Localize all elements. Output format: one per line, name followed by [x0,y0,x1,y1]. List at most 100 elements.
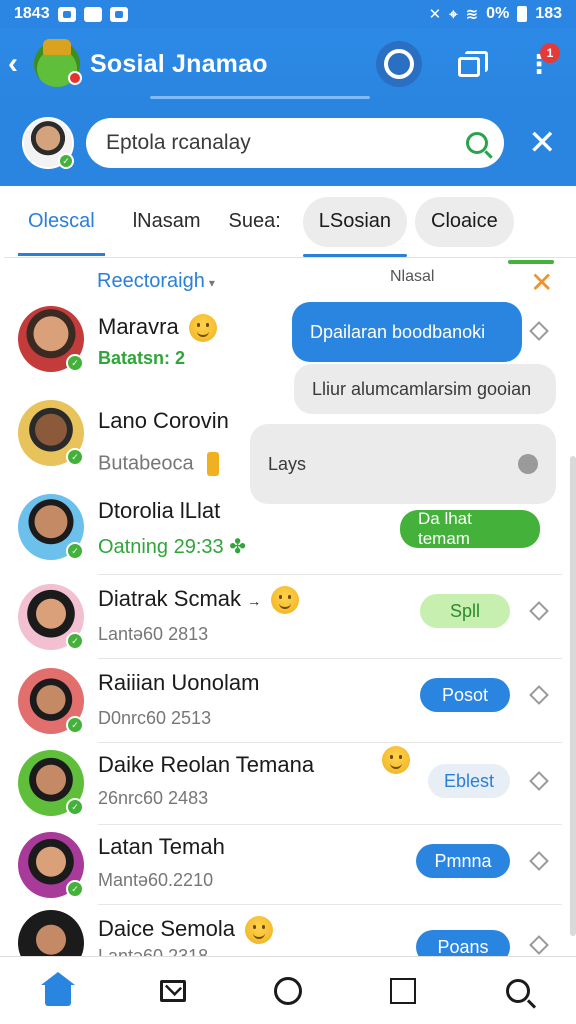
nav-circle[interactable] [263,966,313,1016]
notification-badge: 1 [540,43,560,63]
select-icon[interactable] [529,851,549,871]
contact-row[interactable]: ✓ Diatrak Scmak → Lantə60 2813 Spll [4,578,568,660]
contact-action-pill[interactable]: Eblest [428,764,510,798]
contact-name: Latan Temah [98,834,225,859]
mention-button[interactable] [376,41,422,87]
status-clock-right: 183 [535,5,562,22]
search-box[interactable] [86,118,504,168]
main-card: Olescal lNasam Suea: LSosian Cloaicе Ree… [4,186,576,956]
user-avatar[interactable]: ✓ [22,117,74,169]
logo-badge-icon [68,71,82,85]
mail-status-icon [109,6,128,22]
contact-action-pill[interactable]: Spll [420,594,510,628]
contact-subtitle: Mantə60.2210 [98,870,214,890]
online-status-icon: ✓ [58,153,74,169]
select-icon[interactable] [529,935,549,955]
contact-action-pill[interactable]: Poans [416,930,510,956]
mute-icon: ✕ [428,6,442,23]
avatar: ✓ [18,306,84,372]
tab-sosian[interactable]: LSosian [302,196,408,257]
message-bubble-blue[interactable]: Dpailaran boodbanoki [292,302,522,362]
contact-action-pill[interactable]: Posot [420,678,510,712]
divider [98,574,562,575]
close-icon[interactable]: ✕ [528,126,557,160]
filter-indicator [508,260,554,264]
contact-name: Dtorolia lLlat [98,498,221,523]
online-status-icon: ✓ [66,354,84,372]
online-status-icon: ✓ [66,632,84,650]
divider [98,824,562,825]
contact-row[interactable]: ✓ Raiiian Uonolam D0nrc60 2513 Posot [4,662,568,744]
online-status-icon: ✓ [66,448,84,466]
grin-emoji-icon [271,586,300,615]
nav-mail[interactable] [148,966,198,1016]
filter-close-icon[interactable]: ✕ [530,266,553,299]
contact-row[interactable]: ✓ Daike Reolan Temana 26nrc60 2483 Ebles… [4,746,568,826]
copy-button[interactable] [446,41,492,87]
app-logo [34,39,82,87]
filter-dropdown-label: Reectoraigh [97,270,205,292]
contact-name: Diatrak Scmak [98,586,242,611]
contact-subtitle: Butabeoca [98,452,220,476]
tab-bar: Olescal lNasam Suea: LSosian Cloaicе [4,186,576,258]
scrollbar[interactable] [570,456,576,936]
contact-subtitle: 26nrc60 2483 [98,788,209,808]
contact-subtitle-wrap: Oatning 29:33 ✤ [98,534,246,559]
contact-name: Lano Corovin [98,408,229,433]
chevron-down-icon: ▾ [208,276,215,290]
search-row: ✓ ✕ [0,100,576,186]
avatar: ✓ [18,750,84,816]
divider [98,658,562,659]
avatar: ✓ [18,494,84,560]
filter-label: Nlasal [390,268,435,285]
nav-home[interactable] [33,966,83,1016]
avatar: ✓ [18,584,84,650]
square-icon [390,977,417,1004]
select-icon[interactable] [529,601,549,621]
fire-icon [518,454,538,474]
contact-name-wrap: Maravra [98,314,217,343]
select-icon[interactable] [529,771,549,791]
contact-row[interactable]: Daice Semola Lantə60 2318 Poans [4,908,568,956]
avatar [18,910,84,956]
contact-subtitle-text: Butabeoca [98,452,194,475]
search-icon[interactable] [466,132,488,154]
nav-square[interactable] [378,966,428,1016]
tab-nasam[interactable]: lNasam [119,186,215,258]
contact-subtitle: Lantə60 2318 [98,946,209,956]
smile-emoji-icon [244,916,273,945]
app-title: Sosial Jnamao [90,49,268,78]
filter-dropdown[interactable]: Reectoraigh ▾ [97,270,215,293]
contact-row[interactable]: ✓ Latan Temah Mantə60.2210 Pmnna [4,828,568,908]
nav-search[interactable] [493,966,543,1016]
smile-emoji-icon [382,746,410,774]
divider [98,742,562,743]
contact-name: Daike Reolan Temana [98,752,315,777]
alarm-icon: ⌖ [449,5,458,23]
clover-icon: ✤ [229,536,246,558]
app-bar-indicator [150,96,370,99]
wifi-icon: ≋ [465,6,479,23]
mail-icon [159,979,186,1002]
contact-name: Daice Semola [98,916,235,941]
online-status-icon: ✓ [66,880,84,898]
message-bubble-green[interactable]: Da lhat temam [400,509,540,548]
notifications-button[interactable]: ⋮ 1 [516,41,562,87]
copy-icon [458,51,488,77]
contact-name-wrap: Daice Semola [98,916,273,945]
message-text: Lays [268,453,307,474]
search-input[interactable] [106,131,466,155]
divider [98,904,562,905]
contact-subtitle: D0nrc60 2513 [98,708,212,728]
tab-suea[interactable]: Suea: [215,186,295,258]
home-icon [40,971,75,1006]
online-status-icon: ✓ [66,798,84,816]
tab-olescal[interactable]: Olescal [14,186,109,258]
nav-search-icon [506,978,531,1003]
tab-cloaice[interactable]: Cloaicе [415,196,514,247]
contact-subtitle: Lantə60 2813 [98,624,209,644]
contact-action-pill[interactable]: Pmnna [416,844,510,878]
shield-icon [83,6,102,22]
online-status-icon: ✓ [66,542,84,560]
select-icon[interactable] [529,685,549,705]
